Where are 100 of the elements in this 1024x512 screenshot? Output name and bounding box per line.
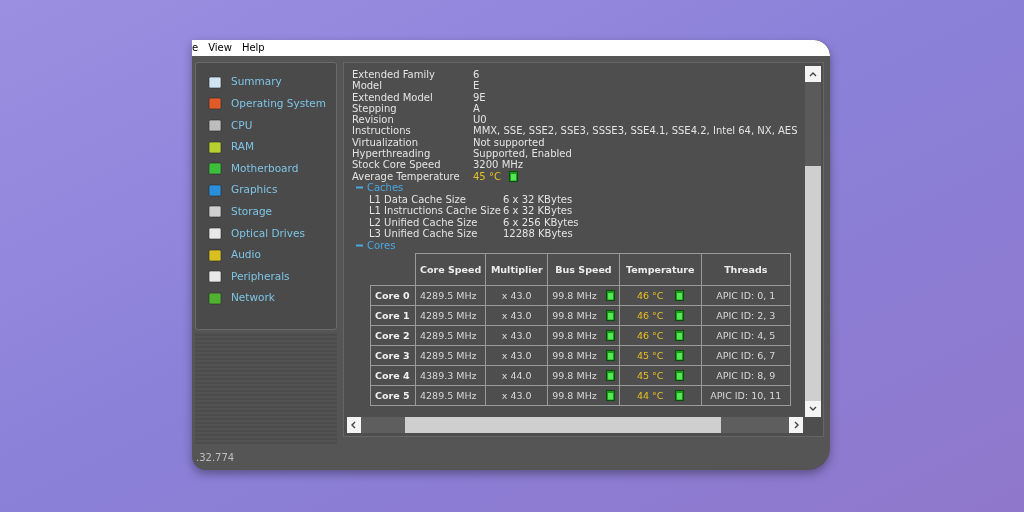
property-value: Supported, Enabled [473,148,572,160]
temperature-text: 46 °C [637,310,664,322]
sidebar-item[interactable]: Audio [231,247,261,263]
menu-item[interactable]: Help [241,43,265,53]
bus-speed-text: 99.8 MHz [552,290,597,302]
row-header: Core 5 [370,385,416,406]
row-header: Core 2 [370,325,416,346]
cache-value: 6 x 32 KBytes [503,205,573,217]
column-header: Threads [701,253,791,286]
category-icon [208,291,222,305]
property-label: Extended Model [352,91,434,103]
property-value: Not supported [473,136,545,149]
status-led-icon [674,290,684,302]
status-led-icon [674,310,684,322]
property-value: 6 [473,69,480,81]
table-cell: APIC ID: 4, 5 [701,325,791,346]
category-icon [208,97,222,111]
scroll-thumb[interactable] [405,417,721,433]
table-cell: x 44.0 [485,365,548,386]
sidebar-item[interactable]: Storage [231,204,273,220]
table-cell: APIC ID: 6, 7 [701,345,791,366]
section-heading[interactable]: Cores [367,239,396,251]
row-header: Core 4 [370,365,416,386]
cache-label: L1 Data Cache Size [369,193,467,206]
column-header: Multiplier [485,253,548,286]
cache-value: 6 x 256 KBytes [503,216,579,228]
bus-speed-text: 99.8 MHz [552,370,597,382]
sidebar-item[interactable]: Summary [231,74,282,91]
category-icon [208,205,222,219]
category-icon [208,75,222,89]
property-value: E [473,80,480,92]
status-led-icon [605,370,615,382]
version-text: .32.774 [196,450,235,465]
cache-value: 12288 KBytes [503,227,573,240]
property-label: Instructions [352,125,412,137]
property-label: Model [352,80,384,92]
sidebar-item[interactable]: Graphics [231,182,278,199]
sidebar-item[interactable]: Optical Drives [231,225,305,242]
bus-speed-text: 99.8 MHz [552,310,597,322]
scroll-up-icon[interactable] [805,66,821,82]
status-led-icon [605,310,615,322]
property-label: Virtualization [352,136,419,149]
row-header: Core 3 [370,345,416,366]
sidebar-item[interactable]: Motherboard [231,160,299,177]
table-cell: x 43.0 [485,285,548,306]
sidebar-item[interactable]: Peripherals [231,268,290,285]
table-cell: x 43.0 [485,345,548,366]
property-label: Stock Core Speed [352,159,442,171]
row-header: Core 0 [370,285,416,306]
table-cell: APIC ID: 0, 1 [701,285,791,306]
table-cell: 4289.5 MHz [415,345,486,366]
property-label: Revision [352,114,394,126]
property-label: Extended Family [352,69,436,81]
menu-item[interactable]: e [192,43,199,53]
table-cell: 4289.5 MHz [415,305,486,326]
horizontal-scrollbar[interactable] [347,417,803,433]
section-heading[interactable]: Caches [367,182,404,194]
status-led-icon [508,170,518,182]
category-icon [208,119,222,132]
table-cell: x 43.0 [485,325,548,346]
table-cell: 4289.5 MHz [415,325,486,346]
table-cell: APIC ID: 10, 11 [701,385,791,406]
column-header: Bus Speed [547,253,620,286]
sidebar-item[interactable]: CPU [231,117,253,134]
scroll-thumb[interactable] [805,166,821,401]
scroll-left-icon[interactable] [347,417,361,433]
property-value: 45 °C [473,170,501,182]
property-value: U0 [473,114,487,126]
scroll-right-icon[interactable] [789,417,803,433]
property-label: Stepping [352,102,398,115]
column-header: Core Speed [415,253,486,286]
cache-value: 6 x 32 KBytes [503,193,573,206]
status-led-icon [674,370,684,382]
cache-label: L2 Unified Cache Size [369,216,479,228]
table-cell: APIC ID: 8, 9 [701,365,791,386]
category-icon [208,226,222,240]
status-led-icon [605,350,615,362]
category-icon [208,248,222,262]
vertical-scrollbar[interactable] [805,66,821,417]
temperature-text: 45 °C [637,370,664,382]
sidebar-item[interactable]: RAM [231,139,255,155]
status-led-icon [674,330,684,342]
table-cell: x 43.0 [485,305,548,326]
temperature-text: 45 °C [637,350,664,362]
property-label: Hyperthreading [352,148,431,160]
menu-item[interactable]: View [208,43,232,53]
bus-speed-text: 99.8 MHz [552,330,597,342]
sidebar-item[interactable]: Network [231,290,275,307]
table-cell: 4389.3 MHz [415,365,486,386]
scroll-down-icon[interactable] [805,401,821,417]
status-led-icon [605,390,615,402]
status-led-icon [674,350,684,362]
sidebar-item[interactable]: Operating System [231,96,326,112]
row-header: Core 1 [370,305,416,326]
category-icon [208,162,222,176]
property-value: MMX, SSE, SSE2, SSE3, SSSE3, SSE4.1, SSE4.2, Intel 64, NX, AES [473,125,798,137]
minus-icon[interactable] [356,184,363,192]
cache-label: L3 Unified Cache Size [369,227,479,240]
temperature-text: 44 °C [637,390,664,402]
status-led-icon [674,390,684,402]
